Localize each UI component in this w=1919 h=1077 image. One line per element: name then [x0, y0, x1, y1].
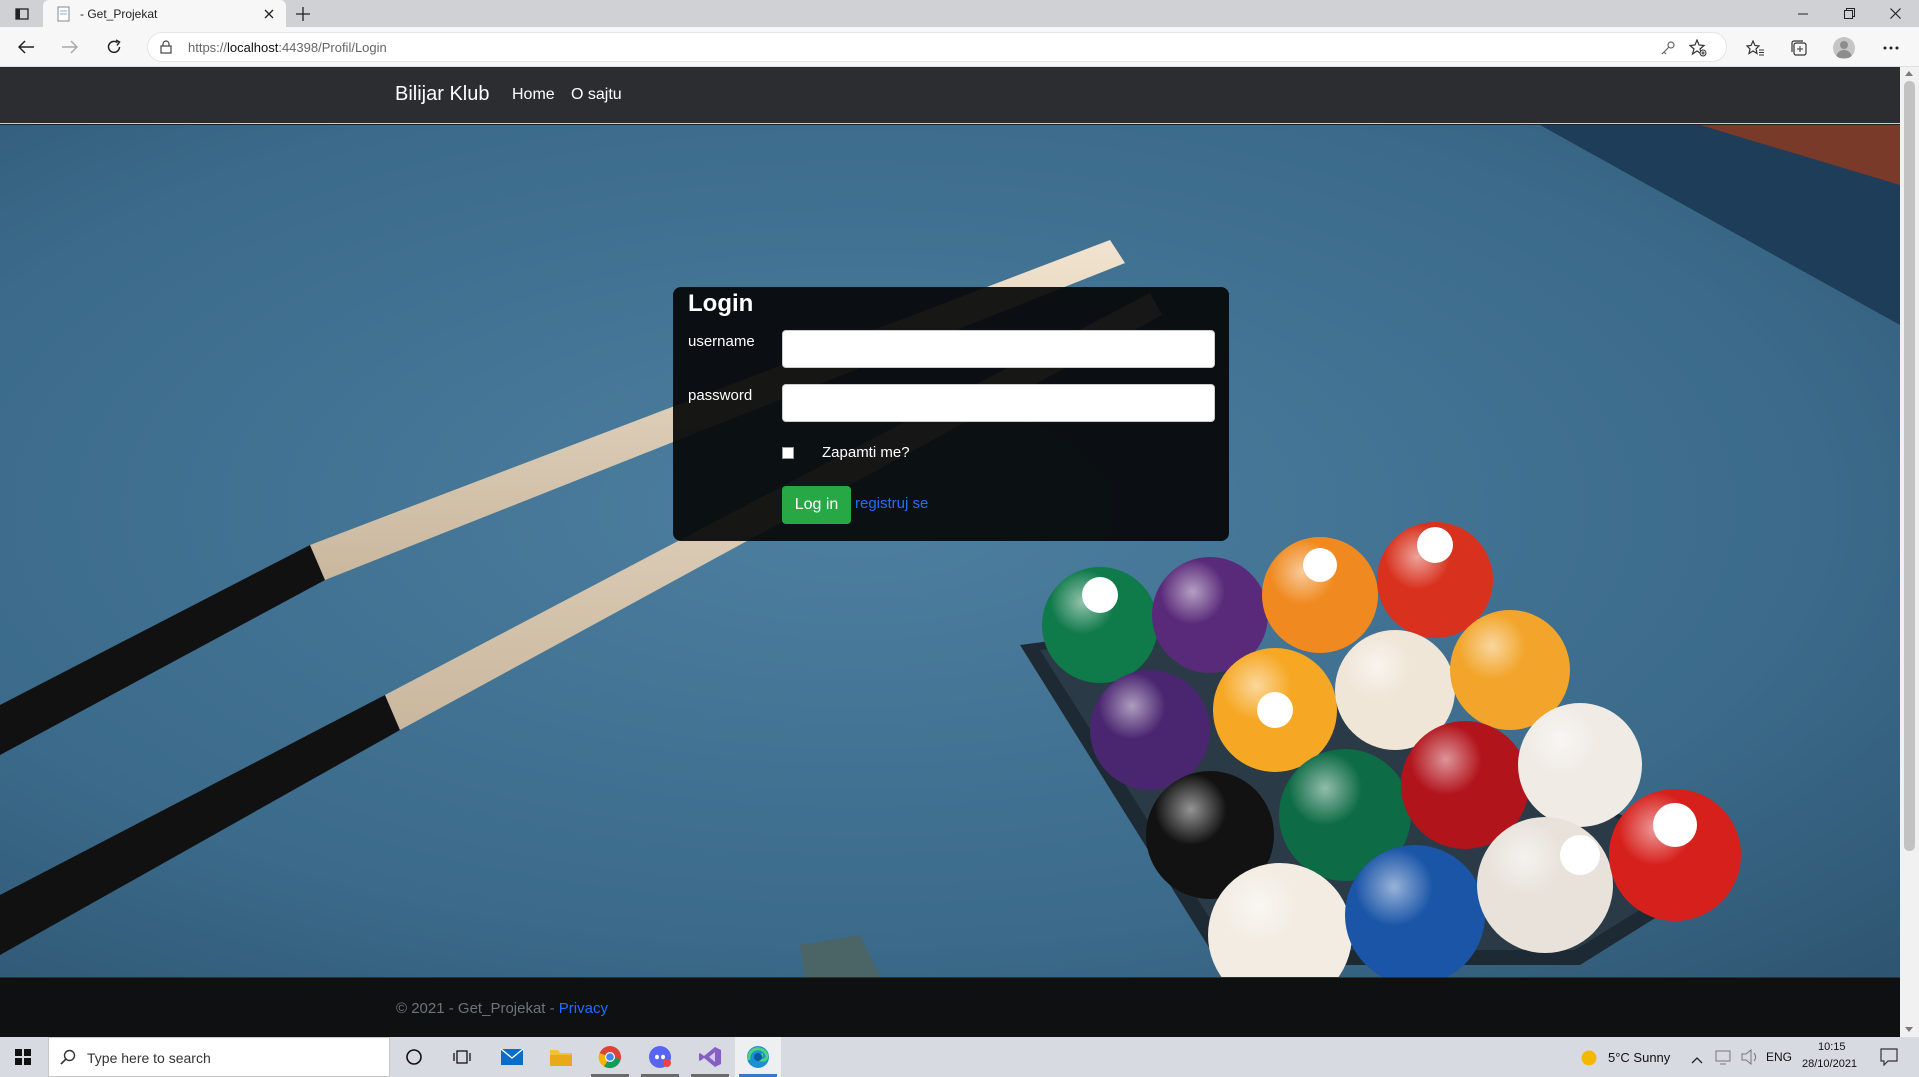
site-footer: © 2021 - Get_Projekat - Privacy	[0, 977, 1900, 1037]
cortana-icon[interactable]	[391, 1037, 437, 1077]
nav-link-o-sajtu[interactable]: O sajtu	[571, 86, 622, 104]
weather-sun-icon[interactable]	[1580, 1049, 1598, 1072]
tab-title: - Get_Projekat	[80, 6, 158, 21]
collections-icon[interactable]	[1787, 36, 1811, 60]
scrollbar-thumb[interactable]	[1904, 81, 1915, 851]
windows-start-icon[interactable]	[0, 1037, 46, 1077]
login-title: Login	[688, 290, 754, 317]
password-input[interactable]	[782, 384, 1215, 422]
restore-icon[interactable]	[1826, 0, 1872, 27]
close-window-icon[interactable]	[1872, 0, 1918, 27]
chrome-icon[interactable]	[587, 1037, 633, 1077]
login-button[interactable]: Log in	[782, 486, 851, 524]
site-navbar: Bilijar Klub Home O sajtu	[0, 67, 1900, 124]
favorites-icon[interactable]	[1743, 36, 1767, 60]
page-viewport: Bilijar Klub Home O sajtu Login username…	[0, 67, 1900, 1037]
password-label: password	[688, 387, 753, 404]
discord-icon[interactable]	[637, 1037, 683, 1077]
add-favorite-icon[interactable]	[1688, 38, 1708, 58]
task-view-icon[interactable]	[439, 1037, 485, 1077]
page-scrollbar[interactable]	[1900, 67, 1919, 1037]
forward-icon[interactable]	[56, 34, 84, 60]
browser-tab[interactable]: - Get_Projekat	[43, 0, 286, 27]
url-text[interactable]: https://localhost:44398/Profil/Login	[188, 40, 387, 55]
address-bar[interactable]: https://localhost:44398/Profil/Login	[147, 32, 1727, 62]
username-label: username	[688, 333, 755, 350]
taskbar-search-box[interactable]: Type here to search	[48, 1037, 390, 1077]
edge-browser-icon[interactable]	[735, 1037, 781, 1077]
search-icon	[60, 1049, 76, 1070]
windows-taskbar: Type here to search 5°C Sunny ENG 10:15 …	[0, 1037, 1919, 1077]
new-tab-icon[interactable]	[292, 3, 314, 25]
register-link[interactable]: registruj se	[855, 495, 928, 512]
back-icon[interactable]	[12, 34, 40, 60]
clock-time[interactable]: 10:15	[1818, 1041, 1846, 1053]
page-favicon-icon	[57, 6, 70, 21]
browser-toolbar: https://localhost:44398/Profil/Login	[0, 27, 1919, 67]
tab-close-icon[interactable]	[258, 3, 280, 25]
refresh-icon[interactable]	[100, 34, 128, 60]
billiard-background-image	[0, 125, 1900, 977]
key-icon[interactable]	[1658, 38, 1678, 58]
more-menu-icon[interactable]	[1879, 36, 1903, 60]
lock-icon[interactable]	[160, 40, 172, 59]
volume-icon[interactable]	[1741, 1048, 1759, 1070]
language-indicator[interactable]: ENG	[1766, 1050, 1792, 1064]
site-brand[interactable]: Bilijar Klub	[395, 83, 489, 106]
tab-actions-icon[interactable]	[8, 4, 36, 24]
profile-avatar-icon[interactable]	[1832, 36, 1856, 60]
browser-tab-strip: - Get_Projekat	[0, 0, 1919, 27]
notifications-icon[interactable]	[1880, 1048, 1898, 1071]
username-input[interactable]	[782, 330, 1215, 368]
network-icon[interactable]	[1715, 1049, 1733, 1070]
weather-text[interactable]: 5°C Sunny	[1608, 1050, 1670, 1065]
minimize-icon[interactable]	[1780, 0, 1826, 27]
remember-me-checkbox[interactable]	[782, 447, 794, 459]
scroll-down-icon[interactable]	[1905, 1027, 1913, 1032]
remember-me-label[interactable]: Zapamti me?	[822, 444, 910, 461]
privacy-link[interactable]: Privacy	[559, 1000, 608, 1017]
mail-app-icon[interactable]	[489, 1037, 535, 1077]
file-explorer-icon[interactable]	[538, 1037, 584, 1077]
tray-chevron-icon[interactable]	[1691, 1051, 1703, 1069]
footer-copyright: © 2021 - Get_Projekat - Privacy	[396, 1000, 608, 1017]
nav-link-home[interactable]: Home	[512, 86, 555, 104]
scroll-up-icon[interactable]	[1905, 71, 1913, 76]
search-placeholder: Type here to search	[87, 1050, 211, 1066]
visual-studio-icon[interactable]	[687, 1037, 733, 1077]
login-form: Login username password Zapamti me? Log …	[673, 287, 1229, 541]
clock-date[interactable]: 28/10/2021	[1802, 1058, 1857, 1070]
